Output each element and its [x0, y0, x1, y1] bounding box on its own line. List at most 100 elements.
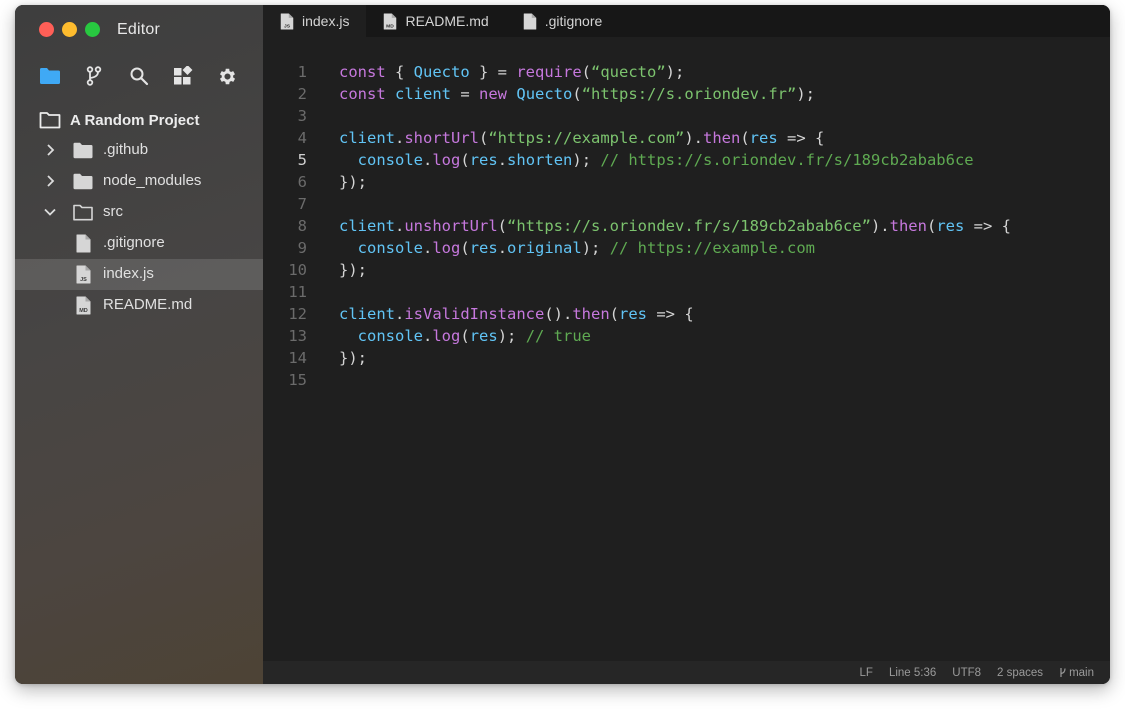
search-button[interactable]: [128, 65, 150, 87]
source-control-button[interactable]: [83, 65, 105, 87]
line-number: 5: [297, 151, 307, 169]
code-token: res: [936, 217, 965, 235]
settings-button[interactable]: [216, 65, 238, 87]
extensions-button[interactable]: [172, 65, 194, 87]
code-text: client.isValidInstance().then(res => {: [339, 303, 694, 325]
tab-bar: JS index.js MD README.md .gitignore: [263, 5, 1110, 37]
tree-item-label: .github: [103, 141, 149, 158]
code-token: new: [479, 85, 508, 103]
code-token: // https://example.com: [609, 239, 815, 257]
tree-item-label: node_modules: [103, 172, 202, 189]
code-line[interactable]: 11: [263, 281, 1110, 303]
tree-item-gitignore[interactable]: .gitignore: [15, 228, 263, 259]
status-encoding[interactable]: UTF8: [952, 667, 981, 679]
code-editor[interactable]: 1 const { Quecto } = require(“quecto”); 2 c…: [263, 61, 1110, 621]
code-token: original: [507, 239, 582, 257]
status-branch[interactable]: main: [1059, 667, 1094, 679]
code-token: ).: [684, 129, 703, 147]
line-number: 15: [288, 371, 307, 389]
code-token: (: [581, 63, 592, 81]
tree-item-label: .gitignore: [103, 234, 165, 251]
code-text: const { Quecto } = require(“quecto”);: [339, 61, 684, 83]
sidebar-toolbar: [39, 65, 239, 87]
js-file-icon: JS: [280, 12, 295, 30]
code-line[interactable]: 2 const client = new Quecto(“https://s.or…: [263, 83, 1110, 105]
chevron-right-icon: [47, 175, 55, 187]
status-line-ending[interactable]: LF: [860, 667, 873, 679]
code-token: isValidInstance: [404, 305, 545, 323]
maximize-window-button[interactable]: [85, 22, 100, 37]
tree-item-index-js[interactable]: JS index.js: [15, 259, 263, 290]
code-line[interactable]: 14});: [263, 347, 1110, 369]
code-token: “quecto”: [591, 63, 666, 81]
svg-text:JS: JS: [80, 277, 87, 283]
code-token: (: [572, 85, 582, 103]
code-token: .: [497, 151, 508, 169]
code-token: (: [460, 327, 470, 345]
code-line[interactable]: 5 console.log(res.shorten); // https://s…: [263, 149, 1110, 171]
code-text: });: [339, 347, 367, 369]
tree-item-readme[interactable]: MD README.md: [15, 290, 263, 321]
code-token: (: [609, 305, 619, 323]
code-line[interactable]: 1 const { Quecto } = require(“quecto”);: [263, 61, 1110, 83]
code-text: console.log(res); // true: [339, 325, 591, 347]
line-number: 2: [297, 85, 307, 103]
code-line[interactable]: 10});: [263, 259, 1110, 281]
status-cursor-position[interactable]: Line 5:36: [889, 667, 936, 679]
md-file-icon: MD: [383, 12, 398, 30]
folder-outline-icon: [39, 112, 61, 129]
code-token: console: [357, 327, 423, 345]
svg-text:MD: MD: [387, 23, 395, 29]
extensions-icon: [174, 66, 193, 85]
tree-item-github[interactable]: .github: [15, 135, 263, 166]
tab-label: index.js: [302, 13, 350, 29]
code-line[interactable]: 6});: [263, 171, 1110, 193]
tree-item-label: src: [103, 203, 123, 220]
minimize-window-button[interactable]: [62, 22, 77, 37]
code-token: => {: [964, 217, 1011, 235]
tree-item-node-modules[interactable]: node_modules: [15, 166, 263, 197]
tree-item-src[interactable]: src: [15, 197, 263, 228]
line-number: 7: [297, 195, 307, 213]
tab-index-js[interactable]: JS index.js: [263, 5, 367, 37]
tree-item-label: index.js: [103, 265, 154, 282]
md-file-icon: MD: [73, 296, 93, 315]
svg-text:JS: JS: [284, 23, 291, 29]
code-text: client.shortUrl(“https://example.com”).t…: [339, 127, 824, 149]
tab-gitignore[interactable]: .gitignore: [506, 5, 620, 37]
code-line[interactable]: 7: [263, 193, 1110, 215]
code-line[interactable]: 12 client.isValidInstance().then(res => {: [263, 303, 1110, 325]
status-indentation[interactable]: 2 spaces: [997, 667, 1043, 679]
project-label: A Random Project: [70, 111, 200, 129]
explorer-button[interactable]: [39, 65, 61, 87]
status-bar: LF Line 5:36 UTF8 2 spaces main: [263, 661, 1110, 684]
code-token: .: [395, 305, 405, 323]
project-root[interactable]: A Random Project: [39, 108, 199, 132]
code-line[interactable]: 8 client.unshortUrl(“https://s.oriondev.f…: [263, 215, 1110, 237]
close-window-button[interactable]: [39, 22, 54, 37]
tab-readme[interactable]: MD README.md: [366, 5, 505, 37]
code-token: then: [702, 129, 741, 147]
code-token: log: [432, 151, 461, 169]
code-token: “https://example.com”: [488, 129, 685, 147]
code-line[interactable]: 4 client.shortUrl(“https://example.com”).…: [263, 127, 1110, 149]
code-line[interactable]: 13 console.log(res); // true: [263, 325, 1110, 347]
line-number: 6: [297, 173, 307, 191]
code-token: => {: [647, 305, 694, 323]
tab-label: README.md: [405, 13, 489, 29]
main-area: JS index.js MD README.md .gitignore 1 con…: [263, 5, 1110, 684]
code-token: (: [460, 151, 470, 169]
code-token: ).: [870, 217, 890, 235]
code-token: .: [423, 239, 433, 257]
code-token: });: [339, 261, 367, 279]
code-token: .: [423, 151, 433, 169]
code-line[interactable]: 15: [263, 369, 1110, 391]
line-number: 9: [297, 239, 307, 257]
code-token: (: [926, 217, 937, 235]
code-line[interactable]: 9 console.log(res.original); // https://…: [263, 237, 1110, 259]
code-text: });: [339, 171, 367, 193]
code-token: res: [749, 129, 778, 147]
code-line[interactable]: 3: [263, 105, 1110, 127]
